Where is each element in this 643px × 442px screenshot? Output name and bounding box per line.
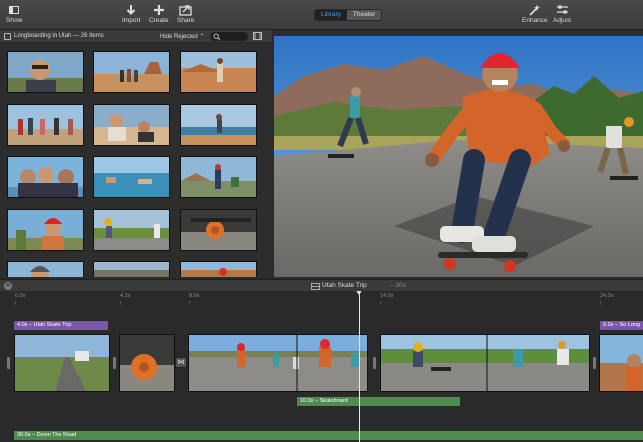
project-duration: – 30s [390, 282, 406, 289]
video-clip[interactable] [599, 334, 643, 392]
title-clip[interactable]: 5.0s – So Long [600, 321, 643, 330]
audio-clip[interactable]: 10.0s – Skateboard [297, 397, 460, 406]
project-title: Utah Skate Trip [322, 282, 367, 289]
clip-trim-handle[interactable] [113, 357, 116, 369]
enhance-button[interactable]: Enhance [522, 3, 548, 24]
video-viewer[interactable] [274, 36, 643, 277]
chevron-icon: ⌃ [199, 34, 205, 40]
adjust-button[interactable]: Adjust [553, 3, 571, 24]
tab-library[interactable]: Library [315, 10, 347, 20]
title-clip[interactable]: 4.0s – Utah Skate Trip [14, 321, 108, 330]
clip-trim-handle[interactable] [7, 357, 10, 369]
import-label: Import [122, 17, 141, 24]
sliders-icon [556, 3, 569, 17]
album-icon [4, 33, 11, 40]
magic-wand-icon [528, 3, 541, 17]
hide-rejected-dropdown[interactable]: Hide Rejected ⌃ [160, 33, 204, 40]
import-arrow-icon [125, 3, 137, 17]
media-thumbnail[interactable] [180, 261, 257, 277]
playhead-marker[interactable] [355, 291, 363, 295]
media-thumbnail[interactable] [180, 104, 257, 146]
item-count: 26 Items [80, 33, 104, 39]
share-label: Share [177, 17, 195, 24]
viewer-frame [274, 36, 643, 277]
media-thumbnail[interactable] [93, 156, 170, 198]
share-button[interactable]: Share [177, 3, 194, 24]
album-title: Longboarding in Utah — 26 Items [14, 33, 104, 39]
music-track[interactable]: 30.0s – Down The Road [14, 431, 643, 440]
enhance-label: Enhance [522, 17, 548, 24]
filmstrip-icon[interactable] [253, 32, 262, 40]
ruler-tick-label: 4.3s [120, 293, 131, 299]
transition-icon[interactable]: ⋈ [175, 357, 187, 368]
ruler-tick-label: 14.0s [380, 293, 394, 299]
media-thumbnail[interactable] [180, 156, 257, 198]
show-button[interactable]: Show [6, 3, 22, 24]
plus-icon [153, 3, 165, 17]
media-thumbnail[interactable] [7, 261, 84, 277]
timeline-header: ✕ Utah Skate Trip – 30s [0, 279, 643, 291]
media-thumbnail[interactable] [180, 209, 257, 251]
video-clip[interactable] [14, 334, 110, 392]
view-switcher: Library Theater [314, 9, 383, 21]
clip-trim-handle[interactable] [373, 357, 376, 369]
clip-trim-handle[interactable] [593, 357, 596, 369]
media-thumbnail[interactable] [7, 104, 84, 146]
browser-header: Longboarding in Utah — 26 Items Hide Rej… [0, 30, 272, 43]
ruler-tick-label: 0.0s [15, 293, 26, 299]
media-thumbnail[interactable] [93, 261, 170, 277]
timeline[interactable]: 0.0s 4.3s 8.0s 14.0s 24.0s 4.0s – Utah S… [0, 291, 643, 442]
video-clip[interactable] [119, 334, 175, 392]
create-label: Create [149, 17, 169, 24]
media-thumbnail[interactable] [93, 51, 170, 93]
media-thumbnail[interactable] [93, 209, 170, 251]
media-thumbnail[interactable] [180, 51, 257, 93]
media-thumbnail[interactable] [93, 104, 170, 146]
video-clip[interactable] [188, 334, 368, 392]
sidebar-toggle-icon [9, 3, 20, 17]
search-icon [213, 33, 221, 41]
media-thumbnail[interactable] [7, 156, 84, 198]
ruler-tick-label: 24.0s [600, 293, 614, 299]
adjust-label: Adjust [553, 17, 572, 24]
video-clip[interactable] [380, 334, 590, 392]
media-browser [0, 43, 272, 277]
search-field[interactable] [210, 32, 248, 41]
tab-theater[interactable]: Theater [346, 10, 382, 20]
ruler-tick-label: 8.0s [189, 293, 200, 299]
create-button[interactable]: Create [149, 3, 169, 24]
toolbar: Show Import Create Share Library Theater… [0, 0, 643, 30]
close-icon[interactable]: ✕ [4, 282, 12, 290]
playhead[interactable] [359, 292, 360, 442]
show-label: Show [6, 17, 23, 24]
media-thumbnail[interactable] [7, 209, 84, 251]
media-thumbnail[interactable] [7, 51, 84, 93]
import-button[interactable]: Import [122, 3, 140, 24]
share-icon [179, 3, 192, 17]
project-icon [311, 283, 320, 290]
